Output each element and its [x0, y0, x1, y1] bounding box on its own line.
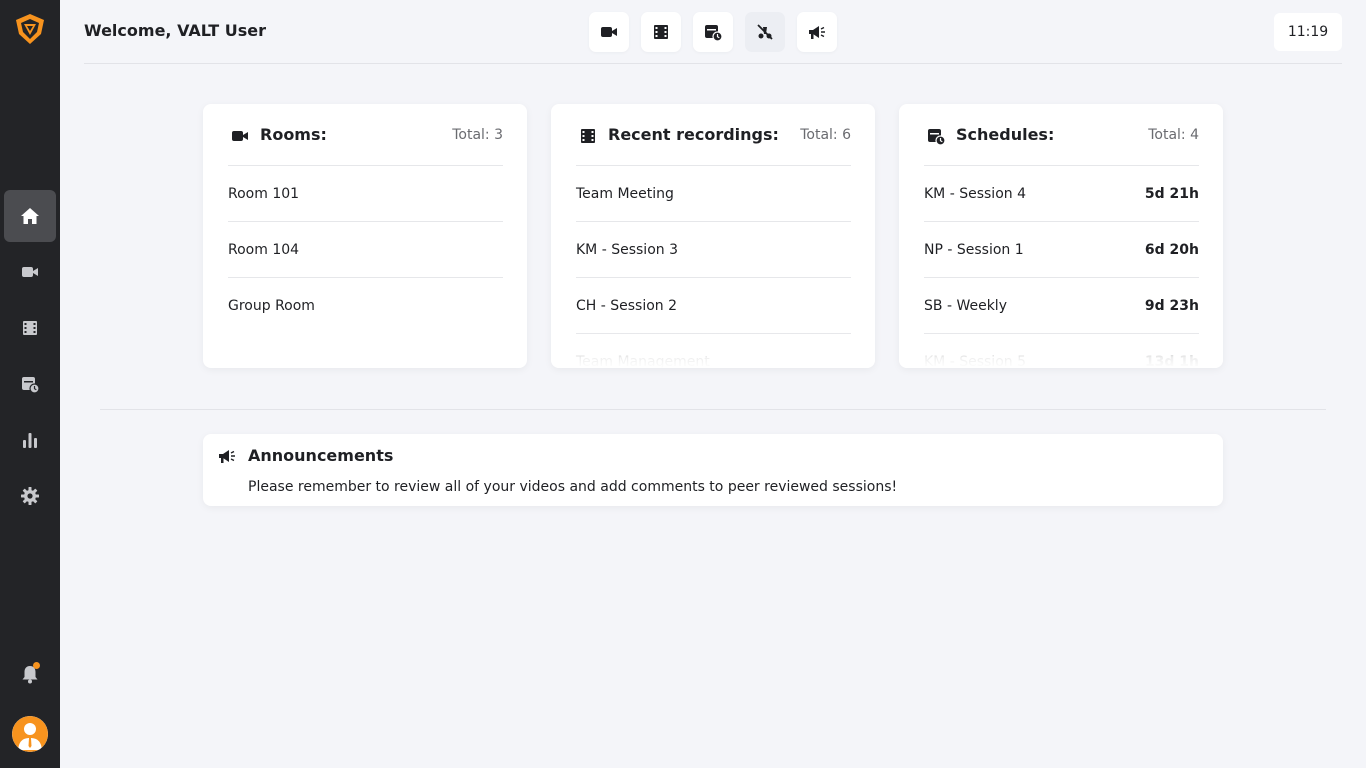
- megaphone-icon: [219, 450, 235, 463]
- user-avatar-icon: [12, 716, 48, 752]
- rooms-card: Rooms: Total: 3 Room 101 Room 104 Group …: [203, 104, 527, 368]
- sidebar-item-rooms[interactable]: [4, 246, 56, 298]
- schedule-item[interactable]: KM - Session 5 13d 1h: [924, 334, 1199, 368]
- schedule-countdown: 6d 20h: [1144, 242, 1199, 258]
- announcements-panel: Announcements Please remember to review …: [203, 434, 1223, 506]
- megaphone-icon: [809, 26, 825, 39]
- rooms-card-header: Rooms: Total: 3: [228, 122, 503, 166]
- recordings-card-title: Recent recordings:: [608, 125, 779, 144]
- schedule-item[interactable]: NP - Session 1 6d 20h: [924, 222, 1199, 278]
- room-name: Room 104: [228, 242, 300, 258]
- header-divider: [84, 63, 1342, 64]
- rooms-card-title: Rooms:: [260, 125, 327, 144]
- schedule-countdown: 9d 23h: [1144, 298, 1199, 314]
- sidebar-item-settings[interactable]: [4, 470, 56, 522]
- notifications-button[interactable]: [18, 662, 42, 686]
- recordings-total: Total: 6: [800, 127, 851, 143]
- user-avatar[interactable]: [12, 716, 48, 752]
- recording-name: Team Management: [576, 354, 710, 368]
- room-item[interactable]: Group Room: [228, 278, 503, 334]
- bar-chart-icon: [23, 433, 37, 448]
- sidebar-item-schedules[interactable]: [4, 358, 56, 410]
- schedule-item[interactable]: SB - Weekly 9d 23h: [924, 278, 1199, 334]
- quick-action-no-signal-button[interactable]: [745, 12, 785, 52]
- schedule-icon: [705, 25, 723, 42]
- room-name: Group Room: [228, 298, 315, 314]
- section-divider: [100, 409, 1326, 410]
- recording-name: CH - Session 2: [576, 298, 678, 314]
- sidebar-item-home[interactable]: [4, 190, 56, 242]
- video-camera-icon: [232, 131, 248, 141]
- schedule-name: KM - Session 4: [924, 186, 1026, 202]
- announcements-title: Announcements: [248, 446, 394, 465]
- schedule-name: KM - Session 5: [924, 354, 1026, 368]
- recording-name: KM - Session 3: [576, 242, 678, 258]
- sidebar-item-recordings[interactable]: [4, 302, 56, 354]
- schedule-countdown: 5d 21h: [1144, 186, 1199, 202]
- quick-action-recordings-button[interactable]: [641, 12, 681, 52]
- schedule-name: NP - Session 1: [924, 242, 1024, 258]
- quick-action-schedules-button[interactable]: [693, 12, 733, 52]
- no-signal-icon: [757, 24, 773, 40]
- video-camera-icon: [601, 27, 617, 37]
- notification-badge: [33, 662, 40, 669]
- schedules-total: Total: 4: [1148, 127, 1199, 143]
- recordings-card-header: Recent recordings: Total: 6: [576, 122, 851, 166]
- recording-item[interactable]: Team Meeting: [576, 166, 851, 222]
- home-icon: [21, 208, 39, 224]
- recording-item[interactable]: CH - Session 2: [576, 278, 851, 334]
- recordings-card: Recent recordings: Total: 6 Team Meeting…: [551, 104, 875, 368]
- clock: 11:19: [1274, 13, 1342, 51]
- room-name: Room 101: [228, 186, 300, 202]
- announcement-message: Please remember to review all of your vi…: [248, 479, 898, 495]
- film-icon: [581, 129, 595, 143]
- schedule-icon: [928, 129, 946, 146]
- schedules-card-title: Schedules:: [956, 125, 1055, 144]
- sidebar-item-analytics[interactable]: [4, 414, 56, 466]
- schedules-card-header: Schedules: Total: 4: [924, 122, 1199, 166]
- recording-item[interactable]: Team Management: [576, 334, 851, 368]
- sidebar: [0, 0, 60, 768]
- schedule-name: SB - Weekly: [924, 298, 1007, 314]
- film-icon: [23, 321, 37, 335]
- gear-icon: [21, 487, 39, 505]
- schedule-icon: [22, 377, 40, 394]
- valt-logo-icon[interactable]: [13, 12, 47, 46]
- rooms-total: Total: 3: [452, 127, 503, 143]
- quick-action-rooms-button[interactable]: [589, 12, 629, 52]
- room-item[interactable]: Room 101: [228, 166, 503, 222]
- recording-name: Team Meeting: [576, 186, 674, 202]
- schedule-item[interactable]: KM - Session 4 5d 21h: [924, 166, 1199, 222]
- quick-action-announcements-button[interactable]: [797, 12, 837, 52]
- schedule-countdown: 13d 1h: [1144, 354, 1199, 368]
- room-item[interactable]: Room 104: [228, 222, 503, 278]
- welcome-message: Welcome, VALT User: [84, 21, 267, 40]
- recording-item[interactable]: KM - Session 3: [576, 222, 851, 278]
- film-icon: [654, 25, 668, 39]
- video-camera-icon: [22, 267, 38, 277]
- schedules-card: Schedules: Total: 4 KM - Session 4 5d 21h…: [899, 104, 1223, 368]
